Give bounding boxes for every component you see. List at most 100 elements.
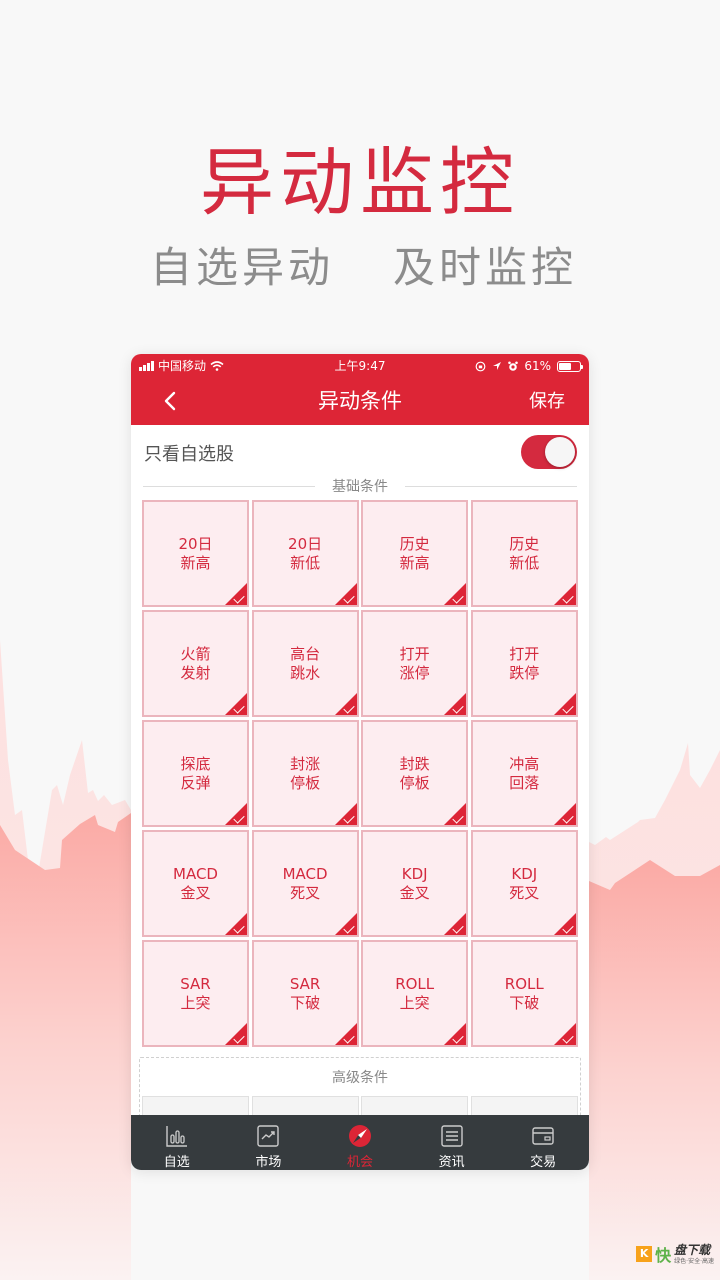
divider-line bbox=[405, 486, 577, 487]
condition-tile-line2: 金叉 bbox=[180, 883, 211, 902]
condition-tile-line1: 高台 bbox=[290, 644, 321, 663]
condition-tile[interactable]: SAR 上突 bbox=[142, 940, 249, 1047]
background-wave-dark-right bbox=[589, 860, 720, 1280]
basic-conditions-divider: 基础条件 bbox=[143, 477, 577, 497]
condition-tile-line2: 发射 bbox=[180, 663, 211, 682]
condition-tile[interactable]: 冲高 回落 bbox=[470, 720, 578, 827]
watermark-name: 盘下载 bbox=[674, 1242, 711, 1257]
tab-watchlist[interactable]: 自选 bbox=[131, 1115, 223, 1170]
condition-tile[interactable]: 20日 新高 bbox=[142, 500, 249, 607]
condition-tile[interactable]: 打开 跌停 bbox=[470, 610, 578, 717]
site-watermark: K 快 盘下载 绿色·安全·高速 bbox=[636, 1242, 714, 1266]
save-button[interactable]: 保存 bbox=[529, 378, 565, 425]
phone-mockup: 中国移动 上午9:47 61% 异动条件 保存 只看自选股 基础条件 20日 新高… bbox=[131, 354, 589, 1170]
condition-tile-line1: SAR bbox=[289, 974, 321, 993]
status-bar: 中国移动 上午9:47 61% bbox=[131, 354, 589, 378]
condition-tile-line2: 新低 bbox=[509, 553, 540, 572]
condition-tile[interactable]: KDJ 死叉 bbox=[470, 830, 578, 937]
hero-subtitle-left: 自选异动 bbox=[150, 243, 335, 292]
watermark-kuai: 快 bbox=[655, 1246, 672, 1265]
advanced-condition-tile[interactable] bbox=[470, 1096, 578, 1115]
watchlist-only-row: 只看自选股 bbox=[131, 425, 589, 477]
condition-tile-line2: 跌停 bbox=[509, 663, 540, 682]
condition-tile[interactable]: 历史 新低 bbox=[470, 500, 578, 607]
condition-tile[interactable]: MACD 金叉 bbox=[142, 830, 249, 937]
compass-icon bbox=[348, 1125, 371, 1147]
condition-tile-line1: 火箭 bbox=[180, 644, 211, 663]
advanced-condition-tile[interactable] bbox=[251, 1096, 359, 1115]
battery-icon bbox=[557, 360, 583, 372]
condition-tile-line1: MACD bbox=[173, 864, 218, 883]
condition-tile-line1: ROLL bbox=[395, 974, 435, 993]
rotation-lock-icon bbox=[475, 361, 486, 371]
tab-label: 资讯 bbox=[438, 1155, 465, 1170]
condition-tile-line2: 新高 bbox=[180, 553, 211, 572]
wallet-icon bbox=[532, 1127, 554, 1145]
tab-label: 机会 bbox=[346, 1155, 373, 1170]
advanced-condition-tile[interactable] bbox=[142, 1096, 249, 1115]
condition-tile-line1: 打开 bbox=[399, 644, 430, 663]
condition-tile-line2: 停板 bbox=[290, 773, 321, 792]
condition-tile-line1: 20日 bbox=[178, 534, 213, 553]
condition-tile-line1: ROLL bbox=[504, 974, 544, 993]
condition-tile-line1: 探底 bbox=[180, 754, 211, 773]
condition-tile-line1: KDJ bbox=[511, 864, 538, 883]
advanced-conditions-grid bbox=[142, 1096, 578, 1115]
watchlist-only-toggle[interactable] bbox=[521, 435, 577, 469]
alarm-icon bbox=[508, 361, 519, 371]
condition-tile-line1: 冲高 bbox=[509, 754, 540, 773]
battery-percent: 61% bbox=[524, 359, 551, 373]
condition-tile[interactable]: 封跌 停板 bbox=[361, 720, 469, 827]
condition-tile[interactable]: KDJ 金叉 bbox=[361, 830, 469, 937]
tab-label: 交易 bbox=[530, 1155, 557, 1170]
condition-tile-line1: 封跌 bbox=[399, 754, 430, 773]
trend-chart-icon bbox=[257, 1125, 280, 1147]
condition-tile-line2: 上突 bbox=[399, 993, 430, 1012]
watchlist-only-label: 只看自选股 bbox=[144, 444, 234, 465]
condition-tile-line2: 跳水 bbox=[290, 663, 321, 682]
nav-bar: 异动条件 保存 bbox=[131, 378, 589, 425]
condition-tile[interactable]: 火箭 发射 bbox=[142, 610, 249, 717]
bottom-tab-bar: 自选 市场 机会 资讯 交易 bbox=[131, 1115, 589, 1170]
condition-tile-line2: 死叉 bbox=[509, 883, 540, 902]
tab-opportunity[interactable]: 机会 bbox=[314, 1115, 406, 1170]
condition-tile[interactable]: 历史 新高 bbox=[361, 500, 469, 607]
condition-tile-line2: 回落 bbox=[509, 773, 540, 792]
condition-tile[interactable]: 20日 新低 bbox=[251, 500, 359, 607]
tab-trade[interactable]: 交易 bbox=[497, 1115, 589, 1170]
page-title: 异动条件 bbox=[318, 389, 402, 413]
toggle-knob bbox=[545, 437, 575, 467]
condition-tile[interactable]: 封涨 停板 bbox=[251, 720, 359, 827]
location-arrow-icon bbox=[493, 362, 502, 370]
basic-conditions-label: 基础条件 bbox=[332, 479, 388, 495]
tab-news[interactable]: 资讯 bbox=[406, 1115, 498, 1170]
watermark-tagline: 绿色·安全·高速 bbox=[674, 1257, 714, 1265]
condition-tile-line2: 死叉 bbox=[290, 883, 321, 902]
condition-tile[interactable]: 探底 反弹 bbox=[142, 720, 249, 827]
condition-tile[interactable]: MACD 死叉 bbox=[251, 830, 359, 937]
condition-tile-line2: 反弹 bbox=[180, 773, 211, 792]
condition-tile-line2: 停板 bbox=[399, 773, 430, 792]
tab-market[interactable]: 市场 bbox=[223, 1115, 315, 1170]
hero-subtitle-right: 及时监控 bbox=[393, 243, 578, 292]
condition-tile[interactable]: SAR 下破 bbox=[251, 940, 359, 1047]
condition-tile[interactable]: 高台 跳水 bbox=[251, 610, 359, 717]
hero-title: 异动监控 bbox=[200, 140, 520, 226]
condition-tile[interactable]: ROLL 上突 bbox=[361, 940, 469, 1047]
condition-tile-line2: 金叉 bbox=[399, 883, 430, 902]
tab-label: 市场 bbox=[255, 1155, 282, 1170]
condition-tile-line1: 历史 bbox=[509, 534, 540, 553]
advanced-condition-tile[interactable] bbox=[361, 1096, 469, 1115]
condition-tile-line1: SAR bbox=[180, 974, 211, 993]
basic-conditions-grid: 20日 新高 20日 新低 历史 新高 历史 新低 火箭 发射 高台 跳水 打开 涨停 打开 跌停 探底 反弹 封涨… bbox=[142, 500, 578, 1047]
bar-chart-icon bbox=[166, 1126, 187, 1147]
condition-tile-line1: KDJ bbox=[401, 864, 428, 883]
condition-tile[interactable]: 打开 涨停 bbox=[361, 610, 469, 717]
condition-tile-line2: 下破 bbox=[509, 993, 540, 1012]
condition-tile[interactable]: ROLL 下破 bbox=[470, 940, 578, 1047]
condition-tile-line2: 新高 bbox=[399, 553, 430, 572]
condition-tile-line2: 新低 bbox=[290, 553, 321, 572]
conditions-content[interactable]: 只看自选股 基础条件 20日 新高 20日 新低 历史 新高 历史 新低 火箭 发射 高台 跳水 打开涨… bbox=[131, 425, 589, 1115]
condition-tile-line2: 上突 bbox=[180, 993, 211, 1012]
tab-label: 自选 bbox=[163, 1155, 190, 1170]
